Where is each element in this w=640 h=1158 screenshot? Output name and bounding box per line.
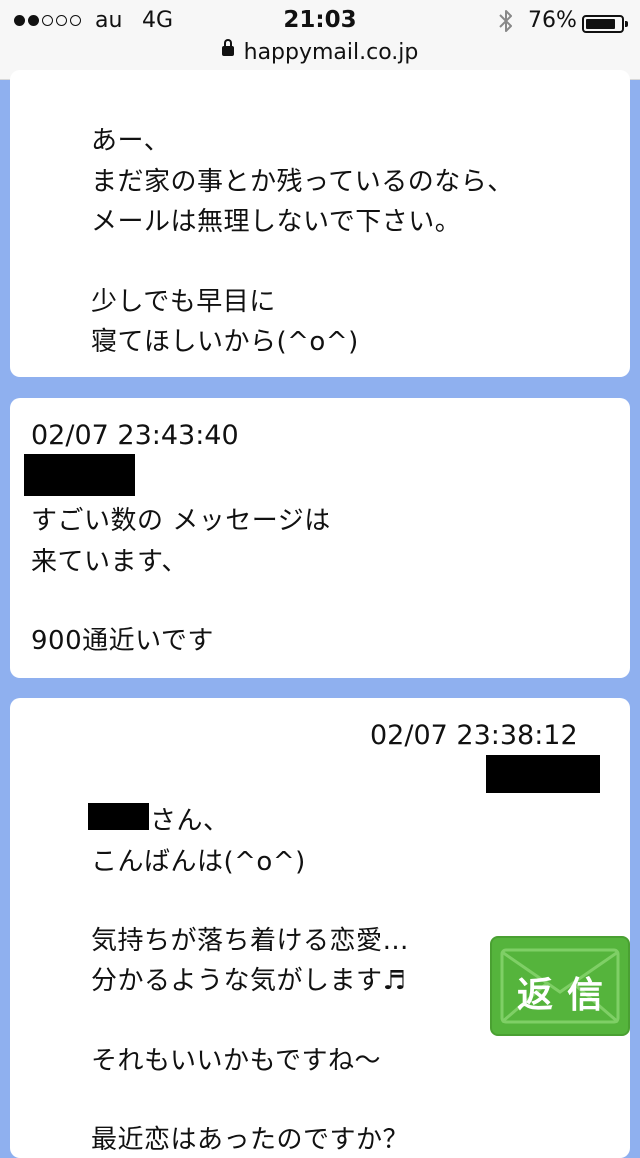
message-line: メールは無理しないで下さい。 [91, 207, 462, 237]
battery-percent: 76% [528, 8, 577, 33]
reply-button[interactable]: 返信 [490, 936, 630, 1036]
url-text: happymail.co.jp [243, 40, 419, 65]
redacted-sender-name [24, 454, 135, 496]
message-line: 来ています、 [31, 547, 188, 577]
message-line: 900通近いです [31, 626, 214, 656]
message-line: 最近恋はあったのですか？ [91, 1125, 410, 1155]
message-line: 分かるような気がします♬ [91, 966, 407, 996]
redacted-recipient-name [88, 803, 149, 830]
message-card: 02/07 23:38:12 さん、 こんばんは(^o^) 気持ちが落ち着ける恋… [10, 698, 630, 1158]
browser-status-bar: au 4G 21:03 76% happymail.co.jp [0, 0, 640, 80]
redacted-sender-name [486, 755, 600, 793]
lock-icon [221, 39, 234, 56]
message-timestamp: 02/07 23:43:40 [31, 420, 239, 451]
greeting-suffix: さん、 [150, 806, 230, 836]
message-line: 少しでも早目に [91, 287, 276, 317]
message-line: まだ家の事とか残っているのなら、 [91, 167, 514, 197]
message-line: こんばんは(^o^) [91, 847, 306, 877]
message-line: 気持ちが落ち着ける恋愛… [91, 926, 410, 956]
message-card: 02/07 23:43:40 すごい数の メッセージは 来ています、 900通近… [10, 398, 630, 678]
message-timestamp: 02/07 23:38:12 [370, 720, 578, 751]
message-line: すごい数の メッセージは [31, 506, 331, 536]
message-card: あー、 まだ家の事とか残っているのなら、 メールは無理しないで下さい。 少しでも… [10, 70, 630, 377]
bluetooth-icon [499, 10, 512, 32]
address-bar[interactable]: happymail.co.jp [0, 39, 640, 65]
battery-icon [582, 15, 628, 33]
message-line: あー、 [91, 126, 171, 156]
reply-button-label: 返信 [516, 975, 617, 1016]
message-line: 寝てほしいから(^o^) [91, 327, 359, 357]
message-line: それもいいかもですね～ [91, 1046, 381, 1076]
